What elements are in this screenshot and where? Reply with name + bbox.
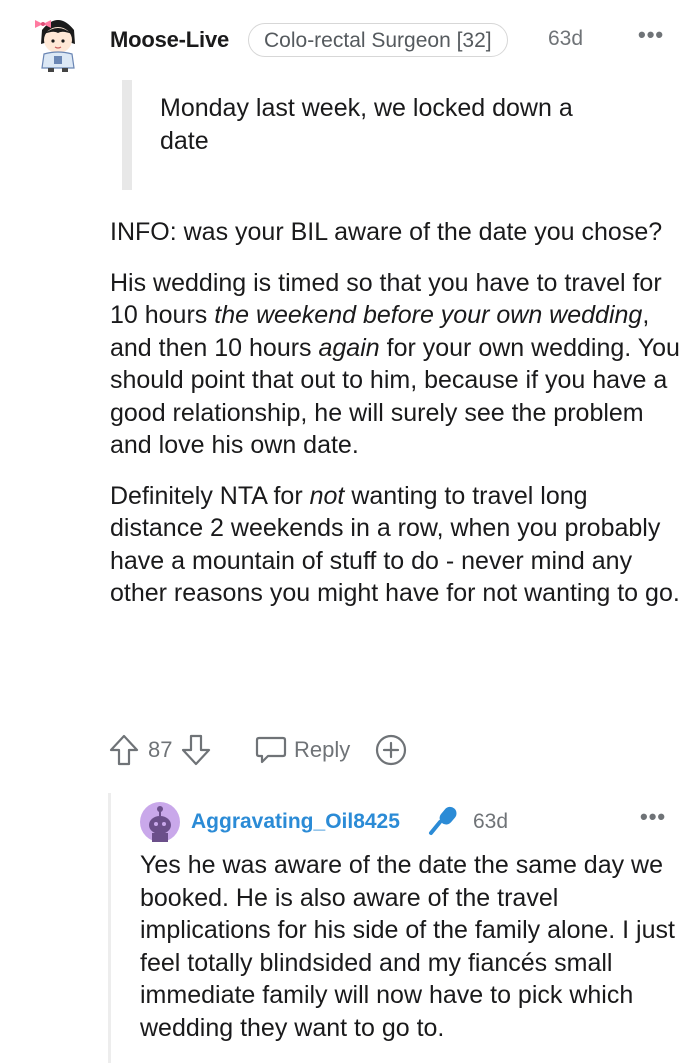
blockquote: Monday last week, we locked down a date	[122, 80, 592, 190]
quote-text: Monday last week, we locked down a date	[160, 94, 573, 155]
vote-score: 87	[148, 737, 173, 762]
upvote-icon[interactable]	[108, 733, 140, 767]
microphone-icon	[426, 804, 460, 838]
comment-actions: 87 Reply	[108, 730, 428, 770]
username[interactable]: Moose-Live	[110, 27, 229, 53]
more-options-icon[interactable]: •••	[638, 22, 664, 48]
downvote-icon[interactable]	[180, 733, 212, 767]
comment-age: 63d	[548, 27, 584, 50]
emphasis-text: the weekend before your own wedding	[214, 301, 643, 329]
comment-paragraph-1: INFO: was your BIL aware of the date you…	[110, 218, 663, 246]
comment-body: INFO: was your BIL aware of the date you…	[110, 216, 680, 628]
comment-paragraph-3: Definitely NTA for not wanting to travel…	[110, 480, 680, 610]
thread-line[interactable]	[108, 793, 111, 1063]
reply-icon	[255, 736, 287, 764]
comment-header: Moose-Live Colo-rectal Surgeon [32] 63d …	[0, 0, 700, 80]
reply-age: 63d	[473, 810, 509, 833]
reply-button[interactable]: Reply	[254, 730, 364, 770]
user-flair: Colo-rectal Surgeon [32]	[248, 23, 508, 57]
text-segment: Definitely NTA for	[110, 481, 310, 510]
user-avatar[interactable]	[32, 10, 84, 72]
reply-label: Reply	[294, 737, 351, 762]
emphasis-text: not	[309, 481, 345, 510]
reply-more-options-icon[interactable]: •••	[640, 804, 666, 830]
award-icon[interactable]	[374, 733, 408, 767]
comment-paragraph-2: His wedding is timed so that you have to…	[110, 267, 680, 462]
reply-username[interactable]: Aggravating_Oil8425	[191, 810, 400, 834]
reply-user-avatar[interactable]	[140, 802, 180, 842]
emphasis-text: again	[318, 333, 380, 362]
reply-body: Yes he was aware of the date the same da…	[140, 851, 675, 1042]
